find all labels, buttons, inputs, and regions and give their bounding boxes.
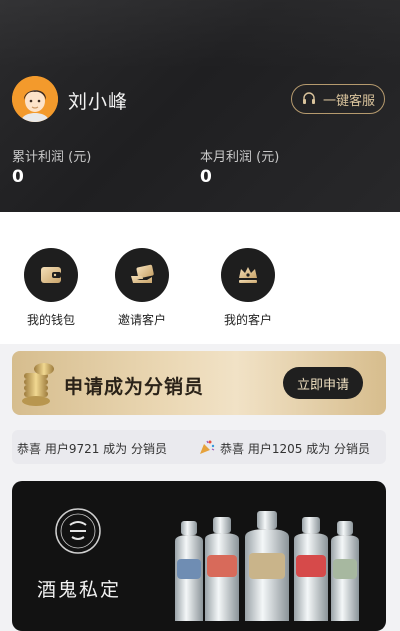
announcement-ticker: 恭喜 用户9721 成为 分销员 恭喜 用户1205 成为 分销员 bbox=[12, 430, 386, 464]
ticker-item: 恭喜 用户9721 成为 分销员 bbox=[17, 442, 167, 456]
card-hand-icon bbox=[131, 264, 154, 283]
product-title: 酒鬼私定 bbox=[37, 579, 122, 601]
apply-distributor-banner[interactable]: 申请成为分销员 立即申请 bbox=[12, 351, 386, 415]
my-customers-action[interactable]: 我的客户 bbox=[208, 248, 288, 328]
invite-customer-action[interactable]: 邀请客户 bbox=[102, 248, 182, 328]
my-wallet-label: 我的钱包 bbox=[26, 313, 75, 327]
liquor-bottles-image bbox=[175, 511, 359, 621]
product-card[interactable]: 酒鬼私定 bbox=[12, 481, 386, 631]
wallet-icon bbox=[41, 267, 61, 283]
my-customers-label: 我的客户 bbox=[223, 313, 272, 327]
brand-logo-icon bbox=[55, 508, 101, 554]
headset-icon bbox=[302, 92, 315, 104]
total-profit-label: 累计利润 (元) bbox=[12, 150, 92, 165]
profile-header: 刘小峰 一键客服 累计利润 (元) 0 本月利润 (元) 0 bbox=[0, 0, 400, 212]
party-popper-icon bbox=[200, 440, 215, 454]
avatar-icon bbox=[12, 76, 58, 122]
customer-service-label: 一键客服 bbox=[322, 93, 375, 109]
apply-now-button[interactable]: 立即申请 bbox=[283, 367, 363, 399]
user-name: 刘小峰 bbox=[68, 91, 129, 113]
avatar[interactable] bbox=[12, 76, 58, 122]
coins-icon bbox=[22, 363, 54, 406]
total-profit-value: 0 bbox=[12, 167, 24, 187]
monthly-profit-label: 本月利润 (元) bbox=[200, 150, 280, 165]
customer-service-button[interactable]: 一键客服 bbox=[291, 84, 385, 114]
banner-title: 申请成为分销员 bbox=[64, 376, 205, 398]
monthly-profit-value: 0 bbox=[200, 167, 212, 187]
invite-customer-label: 邀请客户 bbox=[117, 313, 166, 327]
my-wallet-action[interactable]: 我的钱包 bbox=[11, 248, 91, 328]
ticker-item: 恭喜 用户1205 成为 分销员 bbox=[220, 442, 370, 456]
crown-icon bbox=[239, 267, 257, 283]
